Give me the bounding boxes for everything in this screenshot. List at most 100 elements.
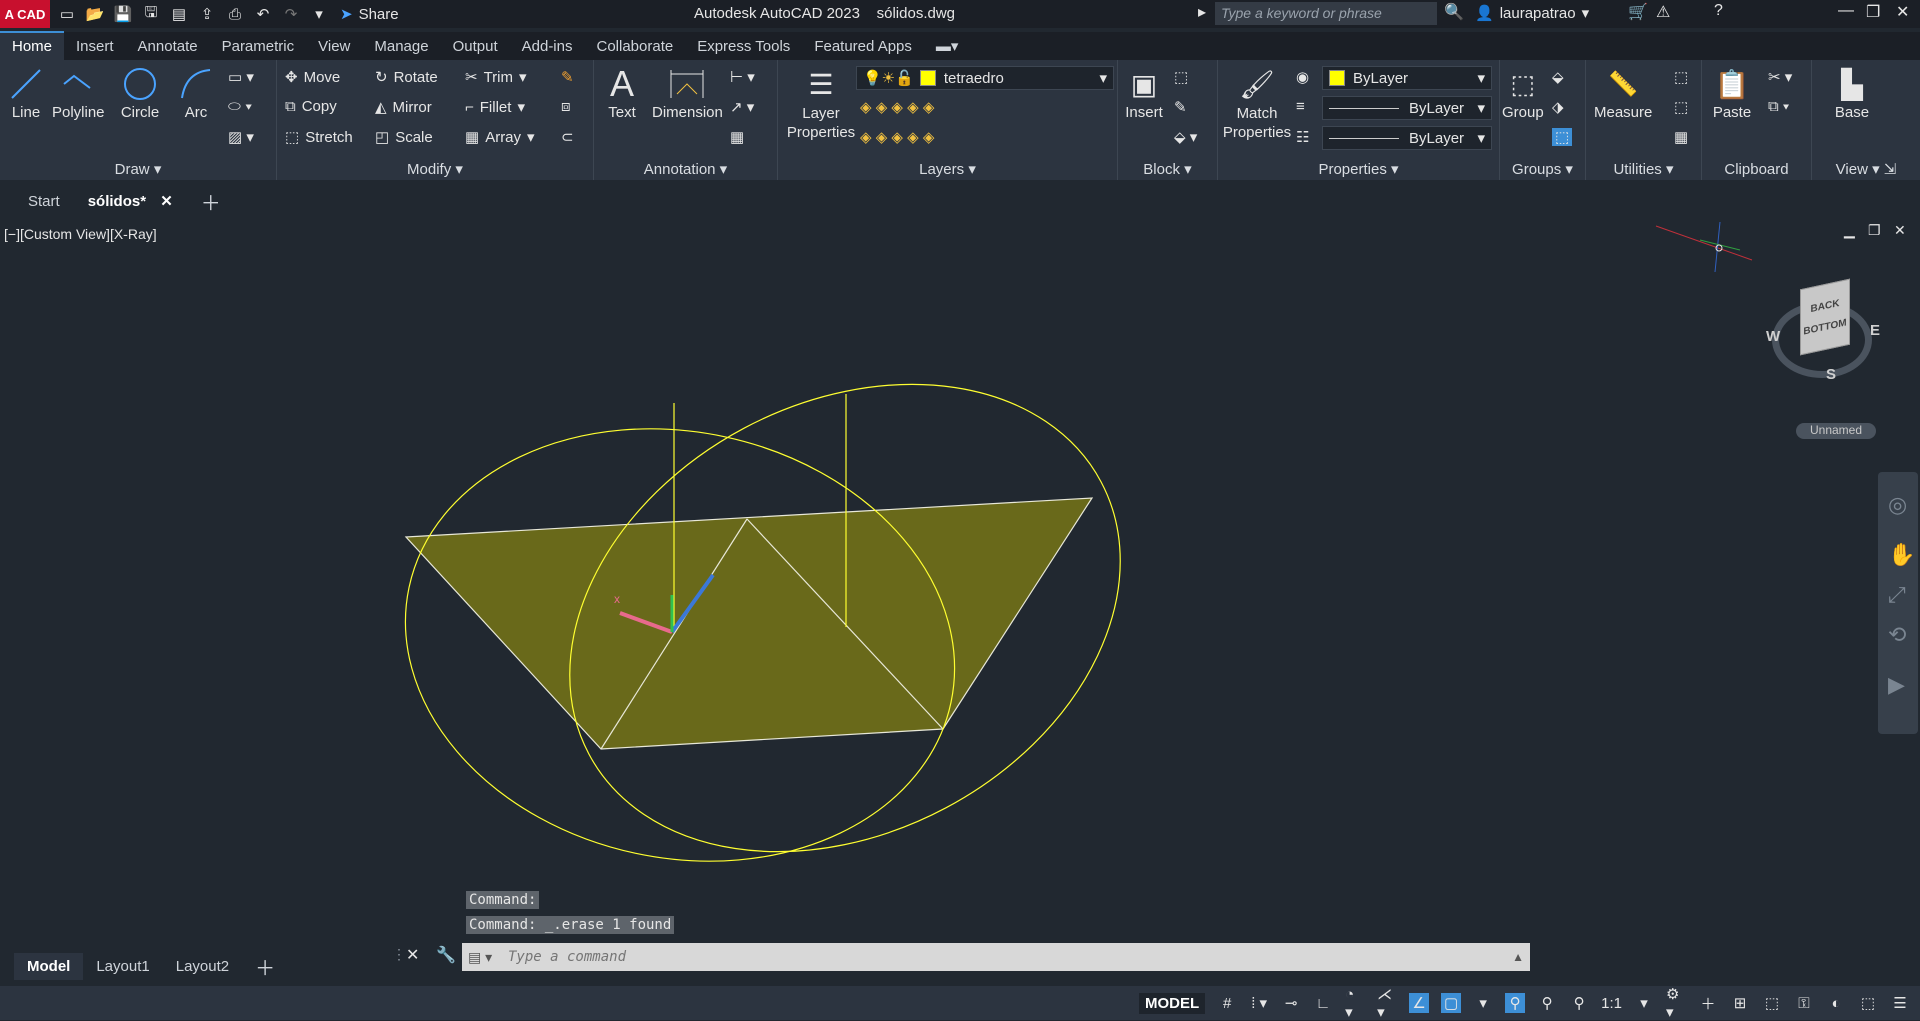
fillet-button[interactable]: ⌐ Fillet ▾ [465, 98, 525, 117]
command-line-handle-icon[interactable]: ⋮ [392, 946, 406, 963]
ungroup-icon[interactable]: ⬙ [1552, 68, 1564, 86]
ucs-menu[interactable]: Unnamed [1796, 423, 1876, 439]
color-wheel-icon[interactable]: ◉ [1296, 68, 1309, 86]
customize-command-icon[interactable]: 🔧 [436, 945, 456, 965]
tab-add-ins[interactable]: Add-ins [510, 33, 585, 60]
layer-dropdown[interactable]: 💡☀🔓 tetraedro ▾ [856, 66, 1114, 90]
snap-icon[interactable]: ⁞ ▾ [1249, 993, 1269, 1013]
annotation-monitor-icon[interactable]: ＋ [1698, 993, 1718, 1013]
object-snap-menu-icon[interactable]: ▾ [1473, 993, 1493, 1013]
line-button[interactable]: Line [6, 64, 46, 121]
edit-attributes-icon[interactable]: ⬙ ▾ [1174, 128, 1197, 146]
stretch-button[interactable]: ⬚ Stretch [285, 128, 353, 147]
open-web-icon[interactable]: ▤ [168, 3, 190, 25]
tab-start[interactable]: Start [14, 189, 74, 214]
draw-panel-label[interactable]: Draw ▾ [0, 160, 276, 178]
redo-icon[interactable]: ↷ [280, 3, 302, 25]
linear-dimension-icon[interactable]: ⊢ ▾ [730, 68, 755, 86]
offset-icon[interactable]: ⊂ [561, 128, 574, 146]
open-file-icon[interactable]: 📂 [84, 3, 106, 25]
tab-insert[interactable]: Insert [64, 33, 126, 60]
tab-output[interactable]: Output [441, 33, 510, 60]
app-logo[interactable]: A CAD [0, 0, 50, 28]
auto-scale-icon[interactable]: ⚲ [1537, 993, 1557, 1013]
color-dropdown[interactable]: ByLayer ▾ [1322, 66, 1492, 90]
layers-panel-label[interactable]: Layers ▾ [778, 160, 1117, 178]
close-icon[interactable]: ✕ [1896, 2, 1909, 22]
clipboard-panel-label[interactable]: Clipboard [1702, 161, 1811, 178]
ellipse-icon[interactable]: ⬭ ▾ [228, 98, 252, 115]
linetype-dropdown[interactable]: ByLayer ▾ [1322, 96, 1492, 120]
insert-button[interactable]: ▣ Insert [1124, 64, 1164, 122]
share-button[interactable]: ➤ Share [340, 5, 399, 24]
match-properties-button[interactable]: 🖌 Match Properties [1222, 64, 1292, 142]
polyline-button[interactable]: Polyline [52, 64, 105, 121]
model-geometry[interactable]: x [0, 218, 1920, 945]
zoom-extents-icon[interactable]: ⤢ [1888, 582, 1906, 608]
group-edit-icon[interactable]: ⬗ [1552, 98, 1564, 116]
rotate-button[interactable]: ↻ Rotate [375, 68, 438, 87]
lineweight-dropdown[interactable]: ByLayer ▾ [1322, 126, 1492, 150]
help-search-input[interactable]: Type a keyword or phrase [1215, 2, 1437, 25]
ribbon-minimize-icon[interactable]: ▬▾ [924, 32, 971, 60]
annotation-visibility-icon[interactable]: ⚲ [1505, 993, 1526, 1013]
viewcube-cube[interactable]: BACK BOTTOM [1800, 278, 1850, 356]
block-panel-label[interactable]: Block ▾ [1118, 160, 1217, 178]
new-tab-button[interactable]: ＋ [187, 183, 235, 220]
tab-model[interactable]: Model [14, 952, 84, 980]
plot-icon[interactable]: ⎙ [224, 3, 246, 25]
restore-icon[interactable]: ❐ [1866, 2, 1880, 22]
grid-icon[interactable]: # [1217, 993, 1237, 1013]
explode-icon[interactable]: ⧈ [561, 98, 571, 115]
viewcube-front-face[interactable]: BOTTOM [1803, 317, 1846, 337]
minimize-icon[interactable]: — [1838, 2, 1854, 20]
quick-select-icon[interactable]: ⬚ [1674, 68, 1688, 86]
orbit-icon[interactable]: ⟲ [1888, 622, 1906, 648]
polar-tracking-icon[interactable]: ◔ ▾ [1345, 986, 1365, 1021]
circle-button[interactable]: Circle [120, 64, 160, 121]
arc-button[interactable]: Arc [176, 64, 216, 121]
ortho-icon[interactable]: ∟ [1313, 993, 1333, 1013]
layer-properties-button[interactable]: ☰ Layer Properties [786, 64, 856, 142]
cart-icon[interactable]: 🛒 [1628, 2, 1648, 22]
hatch-icon[interactable]: ▨ ▾ [228, 128, 254, 146]
isolate-objects-icon[interactable]: ◐ [1826, 993, 1846, 1013]
save-as-icon[interactable]: 🖫 [140, 3, 162, 25]
lock-ui-icon[interactable]: ⚿ [1794, 993, 1814, 1013]
user-menu[interactable]: 👤 laurapatrao ▾ [1475, 4, 1589, 23]
search-expand-icon[interactable]: ▸ [1198, 2, 1206, 22]
utilities-panel-label[interactable]: Utilities ▾ [1586, 160, 1701, 178]
autodesk-app-icon[interactable]: ⚠ [1656, 2, 1670, 22]
undo-icon[interactable]: ↶ [252, 3, 274, 25]
create-block-icon[interactable]: ⬚ [1174, 68, 1188, 86]
copy-clip-icon[interactable]: ⧉ ▾ [1768, 98, 1789, 115]
paste-button[interactable]: 📋 Paste [1712, 64, 1752, 122]
compass-south[interactable]: S [1826, 366, 1836, 383]
object-snap-tracking-icon[interactable]: ∠ [1409, 993, 1430, 1013]
groups-panel-label[interactable]: Groups ▾ [1500, 160, 1585, 178]
tab-manage[interactable]: Manage [362, 33, 440, 60]
measure-button[interactable]: 📏 Measure [1594, 64, 1652, 122]
properties-panel-label[interactable]: Properties ▾ [1218, 160, 1499, 178]
erase-icon[interactable]: ✎ [561, 68, 574, 86]
chevron-down-icon[interactable]: ▾ [1634, 993, 1654, 1013]
clean-screen-icon[interactable]: ⬚ [1858, 993, 1878, 1013]
tab-annotate[interactable]: Annotate [126, 33, 210, 60]
add-layout-button[interactable]: ＋ [242, 947, 288, 986]
help-icon[interactable]: ? [1714, 2, 1723, 20]
drawing-viewport[interactable]: [−][Custom View][X-Ray] ▁ ❐ ✕ x BACK BOT… [0, 218, 1920, 945]
array-button[interactable]: ▦ Array ▾ [465, 128, 535, 147]
mirror-button[interactable]: ◭ Mirror [375, 98, 432, 117]
command-input[interactable] [508, 949, 1408, 965]
dimension-button[interactable]: Dimension [652, 64, 723, 121]
object-snap-icon[interactable]: ▢ [1441, 993, 1462, 1013]
tab-home[interactable]: Home [0, 31, 65, 60]
copy-button[interactable]: ⧉ Copy [285, 98, 337, 115]
model-space-button[interactable]: MODEL [1138, 992, 1206, 1014]
infer-constraints-icon[interactable]: ⊸ [1281, 993, 1301, 1013]
layer-tools-row2-icon[interactable]: ◈ ◈ ◈ ◈ ◈ [860, 128, 934, 146]
units-icon[interactable]: ⊞ [1730, 993, 1750, 1013]
text-button[interactable]: A Text [602, 63, 642, 121]
tab-layout1[interactable]: Layout1 [83, 953, 162, 980]
move-button[interactable]: ✥ Move [285, 68, 340, 87]
